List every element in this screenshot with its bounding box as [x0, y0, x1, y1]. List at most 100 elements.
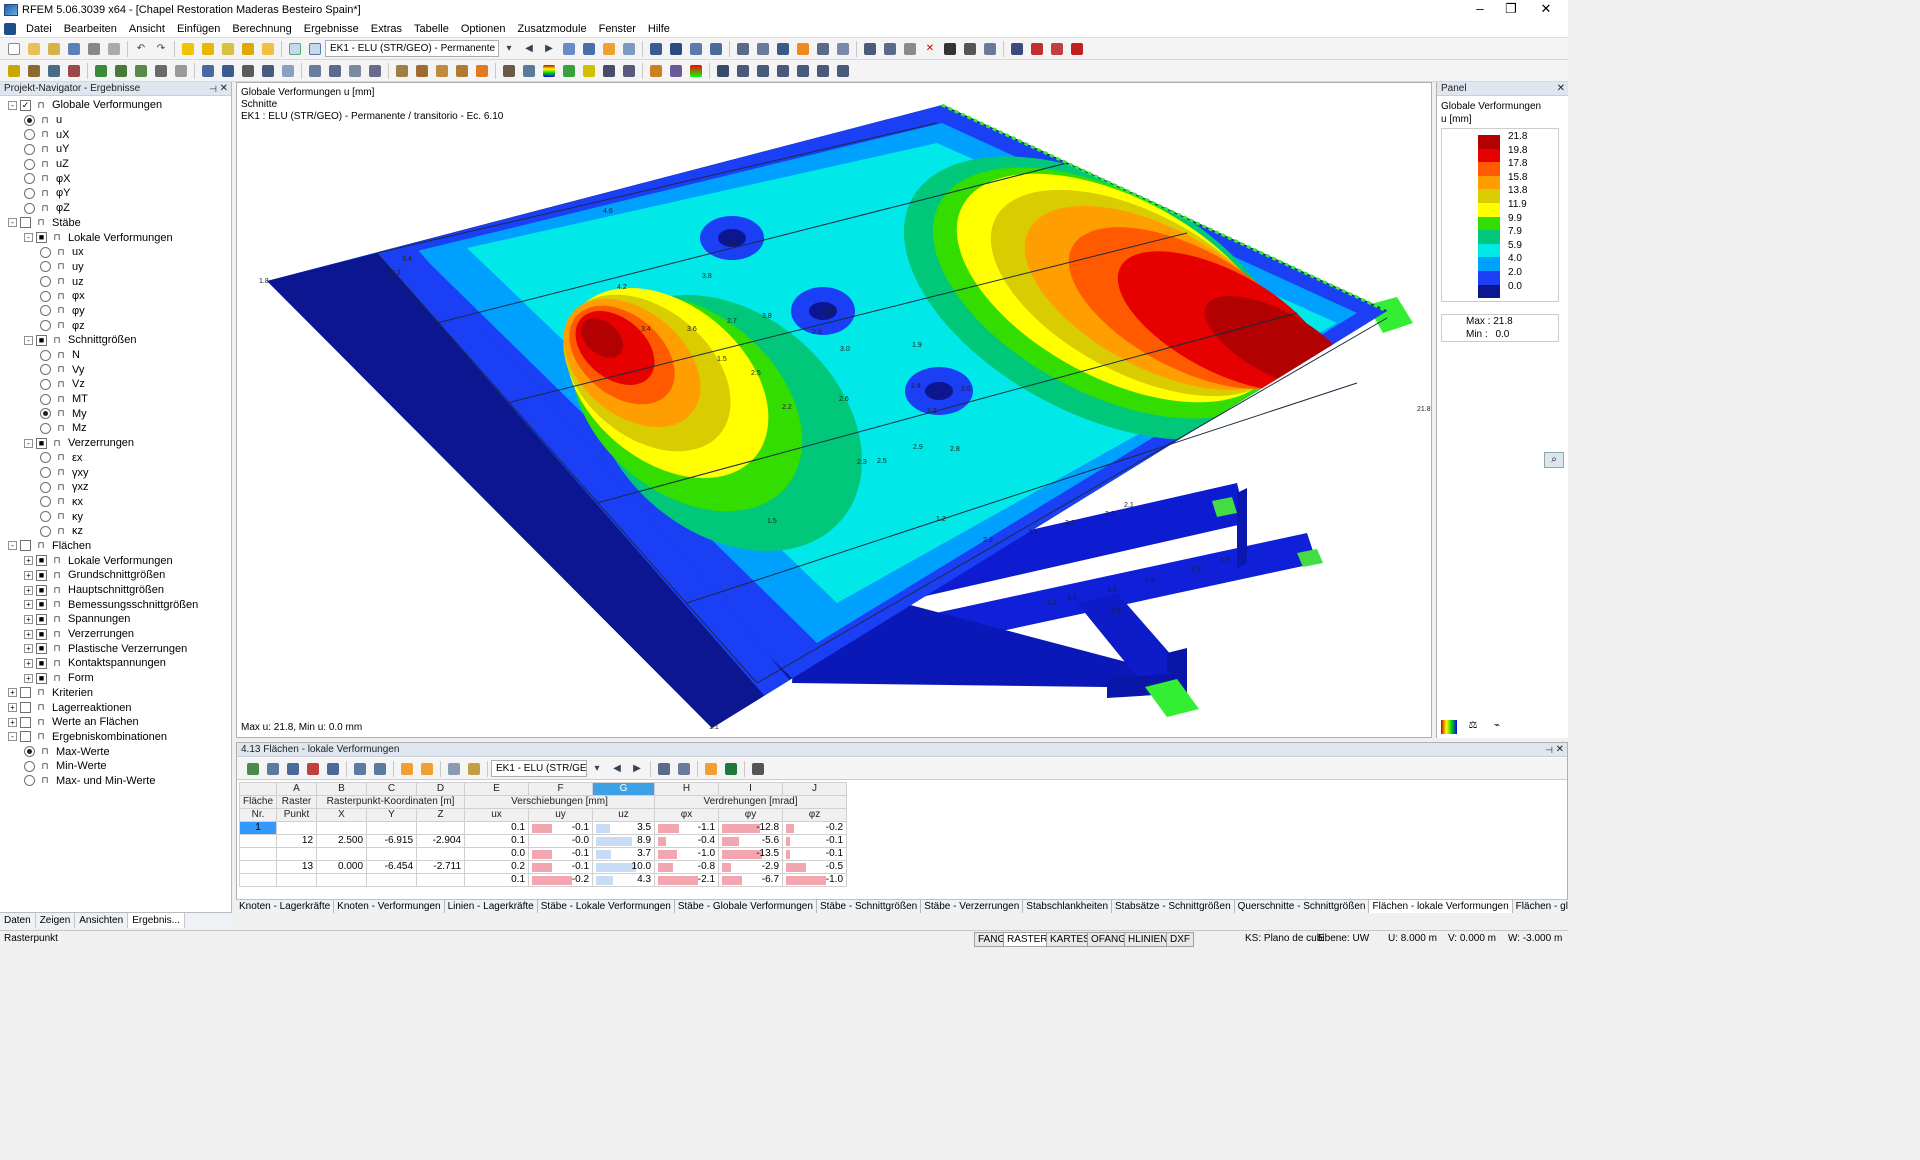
grid-icon[interactable]: [735, 41, 751, 57]
checkbox[interactable]: [20, 687, 31, 699]
load-surface-icon[interactable]: [133, 63, 149, 79]
model-icon[interactable]: [942, 41, 958, 57]
prev-table-icon[interactable]: [352, 761, 368, 777]
cell-ux[interactable]: 0.1: [464, 821, 530, 835]
select-rows-icon[interactable]: [419, 761, 435, 777]
cell-py[interactable]: -5.6: [718, 834, 784, 848]
tree-item[interactable]: ⊓ uy: [0, 260, 232, 275]
cell-uy[interactable]: -0.2: [528, 873, 594, 887]
tree-item[interactable]: - ✓ ⊓ Globale Verformungen: [0, 98, 232, 113]
print-graphic-icon[interactable]: [715, 63, 731, 79]
tree-item[interactable]: ⊓ φY: [0, 186, 232, 201]
expand-icon[interactable]: +: [8, 703, 17, 713]
member-draw-icon[interactable]: [66, 63, 82, 79]
radio-button[interactable]: [40, 408, 51, 420]
cell-px[interactable]: -1.0: [654, 847, 720, 861]
cell-y[interactable]: [366, 821, 418, 835]
values-icon[interactable]: [581, 41, 597, 57]
cell-uy[interactable]: -0.1: [528, 847, 594, 861]
checkbox[interactable]: ■: [36, 657, 47, 669]
next-icon[interactable]: ▶: [629, 761, 645, 777]
cell-p[interactable]: [276, 873, 318, 887]
surface-icon[interactable]: [835, 41, 851, 57]
tree-item[interactable]: ⊓ Mz: [0, 421, 232, 436]
radio-button[interactable]: [24, 187, 35, 199]
tree-item[interactable]: ⊓ uz: [0, 274, 232, 289]
checkbox[interactable]: ■: [36, 584, 47, 596]
checkbox[interactable]: ■: [36, 437, 47, 449]
cell-ux[interactable]: 0.2: [464, 860, 530, 874]
cell-uz[interactable]: 8.9: [592, 834, 656, 848]
previous-icon[interactable]: ◀: [609, 761, 625, 777]
redo-icon[interactable]: ↷: [153, 41, 169, 57]
cell-z[interactable]: -2.711: [416, 860, 466, 874]
checkbox[interactable]: ■: [36, 628, 47, 640]
cell-pz[interactable]: -1.0: [782, 873, 848, 887]
next-icon[interactable]: ▶: [541, 41, 557, 57]
render-icon[interactable]: [220, 63, 236, 79]
sheet-tab[interactable]: Stäbe - Lokale Verformungen: [538, 900, 675, 913]
tree-item[interactable]: + ⊓ Kriterien: [0, 686, 232, 701]
dimension-icon[interactable]: [153, 63, 169, 79]
cell-p[interactable]: 12: [276, 834, 318, 848]
cell-z[interactable]: [416, 821, 466, 835]
save-icon[interactable]: [66, 41, 82, 57]
export-excel-icon[interactable]: [245, 761, 261, 777]
tree-item[interactable]: ⊓ φy: [0, 304, 232, 319]
menu-fenster[interactable]: Fenster: [593, 23, 642, 35]
table-row[interactable]: 0.0 -0.1 3.7 -1.0 -13.5 -0.1: [238, 847, 848, 861]
checkbox[interactable]: ■: [36, 232, 47, 244]
radio-button[interactable]: [40, 290, 51, 302]
close-icon[interactable]: ✕: [220, 82, 228, 96]
table-row[interactable]: 1 0.1 -0.1 3.5 -1.1 -12.8 -0.2: [238, 821, 848, 835]
cell-uz[interactable]: 4.3: [592, 873, 656, 887]
close-icon[interactable]: ✕: [1556, 743, 1564, 757]
col-letter-e[interactable]: E: [464, 782, 530, 796]
cell-uy[interactable]: -0.0: [528, 834, 594, 848]
tree-item[interactable]: ⊓ Vz: [0, 377, 232, 392]
table-settings-icon[interactable]: [446, 761, 462, 777]
radio-button[interactable]: [40, 364, 51, 376]
radio-button[interactable]: [40, 393, 51, 405]
cell-ux[interactable]: 0.1: [464, 834, 530, 848]
menu-optionen[interactable]: Optionen: [455, 23, 512, 35]
tree-item[interactable]: ⊓ φz: [0, 318, 232, 333]
values-show-icon[interactable]: [621, 63, 637, 79]
snap-icon[interactable]: [755, 41, 771, 57]
table-row[interactable]: 12 2.500 -6.915 -2.904 0.1 -0.0 8.9 -0.4 -5.6 -0.…: [238, 834, 848, 848]
col-letter-b[interactable]: B: [316, 782, 368, 796]
radio-button[interactable]: [24, 158, 35, 170]
layout-3-icon[interactable]: [795, 63, 811, 79]
table-row[interactable]: 0.1 -0.2 4.3 -2.1 -6.7 -1.0: [238, 873, 848, 887]
results-icon[interactable]: [561, 41, 577, 57]
undo-icon[interactable]: ↶: [133, 41, 149, 57]
menu-extras[interactable]: Extras: [365, 23, 408, 35]
radio-button[interactable]: [24, 143, 35, 155]
tree-item[interactable]: ⊓ ux: [0, 245, 232, 260]
sheet-tab[interactable]: Stabsätze - Schnittgrößen: [1112, 900, 1235, 913]
radio-button[interactable]: [24, 202, 35, 214]
top-view-icon[interactable]: [434, 63, 450, 79]
toggle-dxf[interactable]: DXF: [1166, 932, 1194, 947]
checkbox[interactable]: ■: [36, 672, 47, 684]
perspective-icon[interactable]: [474, 63, 490, 79]
check-icon[interactable]: [962, 41, 978, 57]
tab-daten[interactable]: Daten: [0, 913, 36, 928]
cell-px[interactable]: -1.1: [654, 821, 720, 835]
tree-item[interactable]: ⊓ κy: [0, 509, 232, 524]
collapse-icon[interactable]: -: [24, 335, 33, 345]
tree-item[interactable]: - ⊓ Stäbe: [0, 216, 232, 231]
line-draw-icon[interactable]: [46, 63, 62, 79]
iso-lines-icon[interactable]: [581, 63, 597, 79]
info-icon[interactable]: [521, 63, 537, 79]
cell-y[interactable]: [366, 873, 418, 887]
cell-flaeche[interactable]: [238, 834, 278, 848]
radio-button[interactable]: [24, 114, 35, 126]
surface-results-icon[interactable]: [561, 63, 577, 79]
settings-icon[interactable]: [982, 41, 998, 57]
menu-berechnung[interactable]: Berechnung: [226, 23, 297, 35]
cell-px[interactable]: -0.8: [654, 860, 720, 874]
radio-button[interactable]: [40, 525, 51, 537]
radio-button[interactable]: [40, 349, 51, 361]
collapse-icon[interactable]: -: [8, 732, 17, 742]
